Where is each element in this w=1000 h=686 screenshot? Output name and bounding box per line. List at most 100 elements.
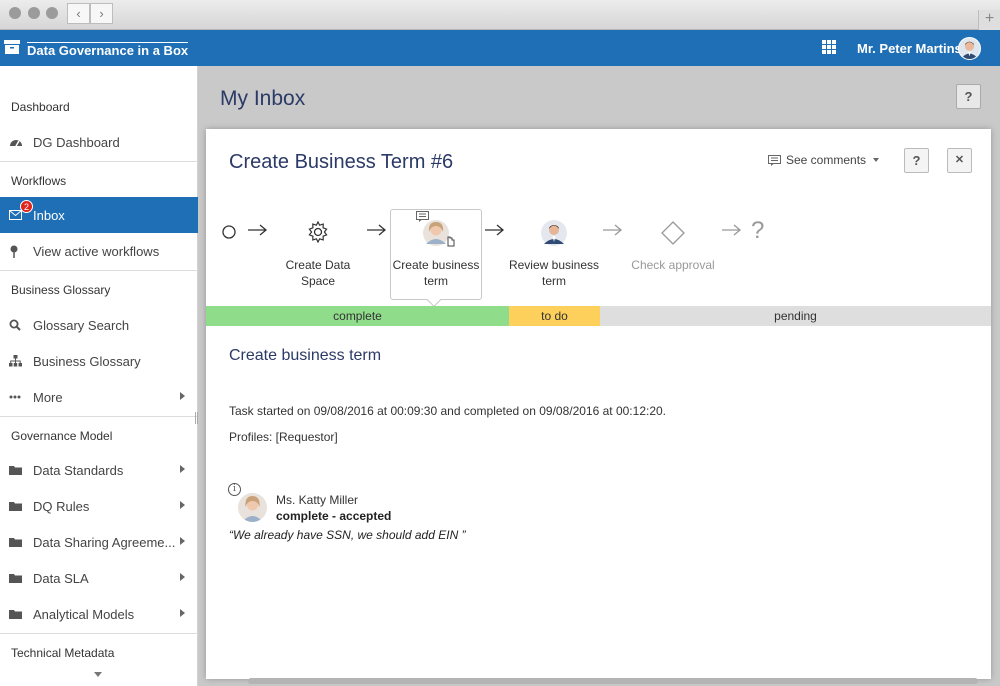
sidebar: Dashboard DG Dashboard Workflows 2 Inbox… — [0, 66, 198, 686]
folder-icon — [0, 537, 33, 547]
app-title[interactable]: Data Governance in a Box — [27, 42, 189, 57]
sidebar-item-glossary-search[interactable]: Glossary Search — [0, 307, 198, 343]
modal-help-button[interactable]: ? — [904, 148, 929, 173]
section-governance-model: Governance Model — [11, 429, 113, 443]
browser-title-bar: ‹ › + — [0, 0, 1000, 30]
commenter-status: complete - accepted — [276, 509, 392, 523]
sidebar-item-label: Business Glossary — [33, 353, 141, 369]
pin-icon — [0, 245, 33, 258]
commenter-avatar-icon — [238, 493, 267, 522]
modal-title: Create Business Term #6 — [229, 151, 454, 173]
chevron-right-icon — [180, 501, 185, 509]
commenter-name: Ms. Katty Miller — [276, 493, 359, 507]
arrow-right-icon — [722, 224, 742, 236]
workflow-start-icon — [222, 225, 236, 239]
reviewer-avatar-icon — [541, 220, 567, 246]
comment-text: “We already have SSN, we should add EIN … — [229, 528, 466, 542]
search-icon — [0, 319, 33, 331]
task-modal: Create Business Term #6 See comments ? ✕… — [206, 129, 991, 679]
folder-icon — [0, 501, 33, 511]
inbox-count-badge: 2 — [20, 200, 33, 213]
sidebar-item-label: DQ Rules — [33, 498, 90, 514]
forward-button[interactable]: › — [90, 3, 113, 24]
logo-box-icon — [4, 40, 20, 54]
divider — [0, 161, 198, 162]
comment-icon — [768, 154, 781, 166]
user-avatar-icon — [959, 38, 980, 59]
modal-close-button[interactable]: ✕ — [947, 148, 972, 173]
new-tab-button[interactable]: + — [978, 10, 1000, 30]
sidebar-item-more[interactable]: More — [0, 379, 198, 415]
sidebar-item-inbox[interactable]: 2 Inbox — [0, 197, 198, 233]
info-icon[interactable]: i — [228, 483, 241, 496]
arrow-right-icon — [248, 224, 268, 236]
minimize-window-button[interactable] — [28, 7, 40, 19]
caret-down-icon — [873, 158, 880, 162]
sidebar-item-label: View active workflows — [33, 243, 160, 259]
sidebar-item-label: Data Sharing Agreeme... — [33, 534, 176, 550]
folder-icon — [0, 465, 33, 475]
sidebar-item-data-sla[interactable]: Data SLA — [0, 560, 198, 596]
chevron-right-icon — [180, 537, 185, 545]
section-workflows: Workflows — [11, 174, 67, 188]
divider — [0, 416, 198, 417]
sidebar-item-label: More — [33, 389, 63, 405]
arrow-right-icon — [603, 224, 623, 236]
app-header: Data Governance in a Box Mr. Peter Marti… — [0, 30, 1000, 66]
chevron-right-icon — [180, 573, 185, 581]
status-pending: pending — [600, 306, 991, 326]
divider — [0, 270, 198, 271]
sidebar-item-label: Data Standards — [33, 462, 124, 478]
user-name[interactable]: Mr. Peter Martins — [857, 41, 962, 56]
step-review-business-term[interactable]: Review business term — [506, 257, 602, 289]
see-comments-label: See comments — [786, 153, 867, 167]
arrow-right-icon — [485, 224, 505, 236]
task-profiles: Profiles: [Requestor] — [229, 430, 338, 444]
scroll-down-icon[interactable] — [94, 672, 102, 677]
sidebar-item-label: Glossary Search — [33, 317, 130, 333]
divider — [0, 633, 198, 634]
sidebar-item-dg-dashboard[interactable]: DG Dashboard — [0, 124, 198, 160]
chevron-right-icon — [180, 392, 185, 400]
task-title: Create business term — [229, 347, 382, 364]
workflow-end-icon: ? — [751, 217, 765, 244]
back-button[interactable]: ‹ — [67, 3, 90, 24]
page-title: My Inbox — [220, 87, 306, 110]
sidebar-item-dq-rules[interactable]: DQ Rules — [0, 488, 198, 524]
section-technical-metadata: Technical Metadata — [11, 646, 115, 660]
sidebar-item-data-sharing-agreements[interactable]: Data Sharing Agreeme... — [0, 524, 198, 560]
arrow-right-icon — [367, 224, 387, 236]
task-timestamps: Task started on 09/08/2016 at 00:09:30 a… — [229, 404, 667, 418]
user-avatar[interactable] — [958, 37, 981, 60]
step-create-data-space[interactable]: Create Data Space — [274, 257, 362, 289]
see-comments-dropdown[interactable]: See comments — [768, 153, 880, 167]
assignee-avatar-icon — [423, 220, 455, 247]
status-todo: to do — [509, 306, 600, 326]
section-business-glossary: Business Glossary — [11, 283, 111, 297]
sidebar-item-label: DG Dashboard — [33, 134, 120, 150]
ellipsis-icon — [0, 395, 33, 399]
sidebar-item-label: Data SLA — [33, 570, 89, 586]
chevron-right-icon — [180, 465, 185, 473]
sidebar-item-analytical-models[interactable]: Analytical Models — [0, 596, 198, 632]
status-complete: complete — [206, 306, 509, 326]
folder-icon — [0, 609, 33, 619]
decision-diamond-icon — [661, 221, 685, 245]
sidebar-item-business-glossary[interactable]: Business Glossary — [0, 343, 198, 379]
commenter-avatar — [238, 493, 267, 522]
folder-icon — [0, 573, 33, 583]
apps-grid-icon[interactable] — [822, 40, 836, 54]
section-dashboard: Dashboard — [11, 100, 70, 114]
help-button[interactable]: ? — [956, 84, 981, 109]
step-create-business-term[interactable]: Create business term — [390, 257, 482, 289]
sidebar-resize-handle[interactable] — [195, 412, 198, 424]
step-check-approval[interactable]: Check approval — [625, 257, 721, 273]
horizontal-scrollbar[interactable] — [248, 678, 978, 684]
dashboard-icon — [0, 136, 33, 148]
close-window-button[interactable] — [9, 7, 21, 19]
chevron-right-icon — [180, 609, 185, 617]
sidebar-item-data-standards[interactable]: Data Standards — [0, 452, 198, 488]
sidebar-item-view-active-workflows[interactable]: View active workflows — [0, 233, 198, 269]
maximize-window-button[interactable] — [46, 7, 58, 19]
gear-icon — [308, 221, 328, 243]
